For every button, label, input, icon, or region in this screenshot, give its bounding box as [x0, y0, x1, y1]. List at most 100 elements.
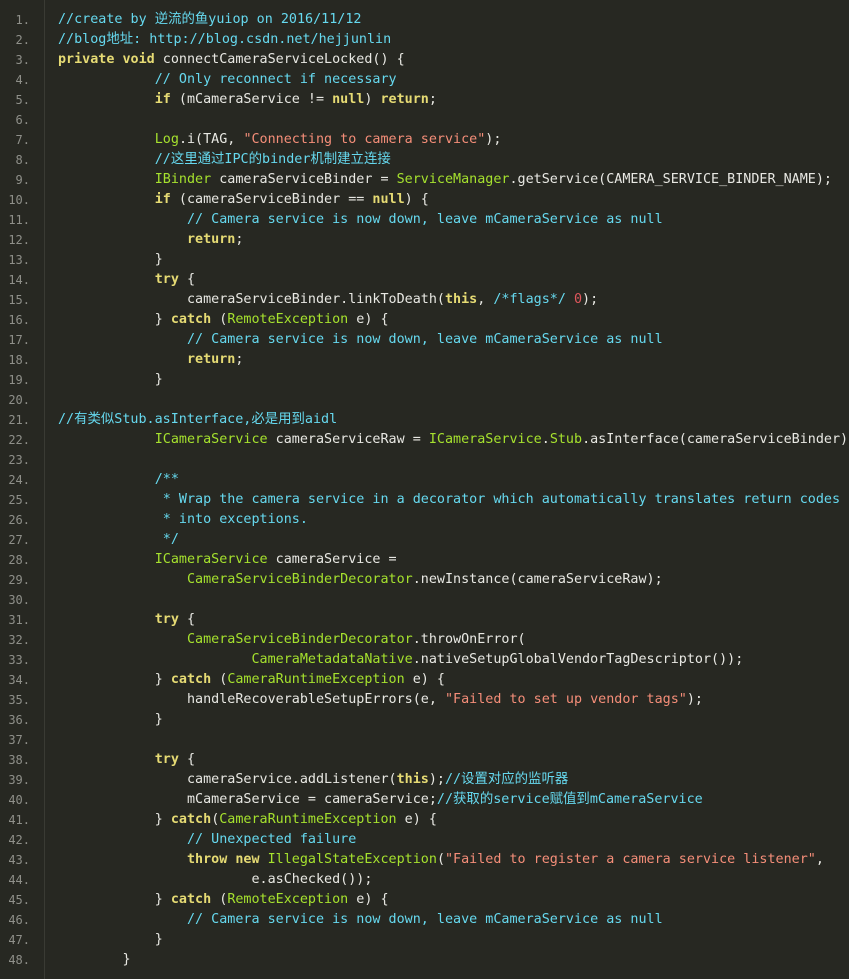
- line-code: } catch (RemoteException e) {: [58, 890, 389, 910]
- keyword: return: [187, 232, 236, 247]
- code-text: e) {: [404, 672, 445, 687]
- line-number: 15.: [8, 293, 30, 307]
- line-number: 17.: [8, 333, 30, 347]
- line-code: if (mCameraService != null) return;: [58, 90, 437, 110]
- code-text: }: [58, 672, 171, 687]
- code-text: }: [58, 712, 163, 727]
- string-literal: "Connecting to camera service": [243, 132, 486, 147]
- line-number: 37.: [8, 733, 30, 747]
- line-number: 28.: [8, 553, 30, 567]
- code-text: }: [58, 372, 163, 387]
- keyword: this: [444, 292, 478, 307]
- line-number: 7.: [15, 133, 30, 147]
- keyword: null: [332, 92, 365, 107]
- code-text: ) {: [404, 192, 429, 207]
- line-number: 47.: [8, 933, 30, 947]
- line-code: } catch(CameraRuntimeException e) {: [58, 810, 437, 830]
- code-line: 12. return;: [0, 230, 849, 250]
- code-text: e) {: [396, 812, 437, 827]
- keyword: null: [372, 192, 405, 207]
- code-text: cameraServiceBinder.linkToDeath(: [58, 292, 445, 307]
- line-number: 30.: [8, 593, 30, 607]
- code-text: }: [58, 312, 171, 327]
- code-line: 26. * into exceptions.: [0, 510, 849, 530]
- line-code: try {: [58, 610, 195, 630]
- line-number: 1.: [15, 13, 30, 27]
- line-code: CameraServiceBinderDecorator.newInstance…: [58, 570, 663, 590]
- comment: //设置对应的监听器: [444, 772, 569, 787]
- line-number: 18.: [8, 353, 30, 367]
- line-number: 35.: [8, 693, 30, 707]
- line-code: try {: [58, 750, 195, 770]
- line-code: * into exceptions.: [58, 510, 308, 530]
- class-name: ServiceManager: [396, 172, 510, 187]
- line-code: e.asChecked());: [58, 870, 372, 890]
- code-text: (: [211, 892, 228, 907]
- code-text: }: [58, 892, 171, 907]
- code-text: cameraServiceRaw =: [267, 432, 429, 447]
- line-number: 4.: [15, 73, 30, 87]
- line-code: ICameraService cameraService =: [58, 550, 397, 570]
- code-line: 4. // Only reconnect if necessary: [0, 70, 849, 90]
- code-line: 11. // Camera service is now down, leave…: [0, 210, 849, 230]
- line-code: return;: [58, 350, 243, 370]
- code-viewer: 1. //create by 逆流的鱼yuiop on 2016/11/12 2. /…: [0, 0, 849, 979]
- code-text: (cameraServiceBinder ==: [170, 192, 373, 207]
- keyword: private void: [58, 52, 155, 67]
- line-number: 11.: [8, 213, 30, 227]
- code-text: }: [58, 252, 163, 267]
- class-name: CameraServiceBinderDecorator: [187, 572, 413, 587]
- code-text: .i(TAG,: [178, 132, 244, 147]
- line-number: 43.: [8, 853, 30, 867]
- code-text: e.asChecked());: [58, 872, 373, 887]
- comment: /*flags*/: [493, 292, 566, 307]
- code-line: 23.: [0, 450, 849, 470]
- line-number: 25.: [8, 493, 30, 507]
- code-text: }: [58, 932, 163, 947]
- code-text: .asInterface(cameraServiceBinder);: [582, 432, 849, 447]
- comment: /**: [154, 472, 179, 487]
- code-text: cameraService.addListener(: [58, 772, 397, 787]
- code-line: 24. /**: [0, 470, 849, 490]
- code-block[interactable]: 1. //create by 逆流的鱼yuiop on 2016/11/12 2. /…: [0, 10, 849, 970]
- code-line: 48. }: [0, 950, 849, 970]
- code-line: 19. }: [0, 370, 849, 390]
- line-code: // Unexpected failure: [58, 830, 356, 850]
- line-number: 22.: [8, 433, 30, 447]
- code-line: 22. ICameraService cameraServiceRaw = IC…: [0, 430, 849, 450]
- code-line: 45. } catch (RemoteException e) {: [0, 890, 849, 910]
- line-number: 48.: [8, 953, 30, 967]
- class-name: CameraServiceBinderDecorator: [187, 632, 413, 647]
- line-code: try {: [58, 270, 195, 290]
- code-line: 28. ICameraService cameraService =: [0, 550, 849, 570]
- line-code: cameraServiceBinder.linkToDeath(this, /*…: [58, 290, 598, 310]
- line-code: //有类似Stub.asInterface,必是用到aidl: [58, 410, 337, 430]
- code-line: 7. Log.i(TAG, "Connecting to camera serv…: [0, 130, 849, 150]
- number-literal: 0: [573, 292, 583, 307]
- code-text: ;: [428, 92, 437, 107]
- comment: //有类似Stub.asInterface,必是用到aidl: [58, 412, 338, 427]
- class-name: RemoteException: [227, 312, 349, 327]
- line-number: 5.: [15, 93, 30, 107]
- code-line: 46. // Camera service is now down, leave…: [0, 910, 849, 930]
- code-line: 17. // Camera service is now down, leave…: [0, 330, 849, 350]
- code-line: 32. CameraServiceBinderDecorator.throwOn…: [0, 630, 849, 650]
- class-name: ICameraService: [428, 432, 542, 447]
- line-number: 24.: [8, 473, 30, 487]
- keyword: return: [187, 352, 236, 367]
- code-line: 16. } catch (RemoteException e) {: [0, 310, 849, 330]
- code-line: 6.: [0, 110, 849, 130]
- code-text: e) {: [348, 892, 389, 907]
- code-text: (: [211, 312, 228, 327]
- line-number: 29.: [8, 573, 30, 587]
- line-number: 44.: [8, 873, 30, 887]
- line-code: // Camera service is now down, leave mCa…: [58, 210, 663, 230]
